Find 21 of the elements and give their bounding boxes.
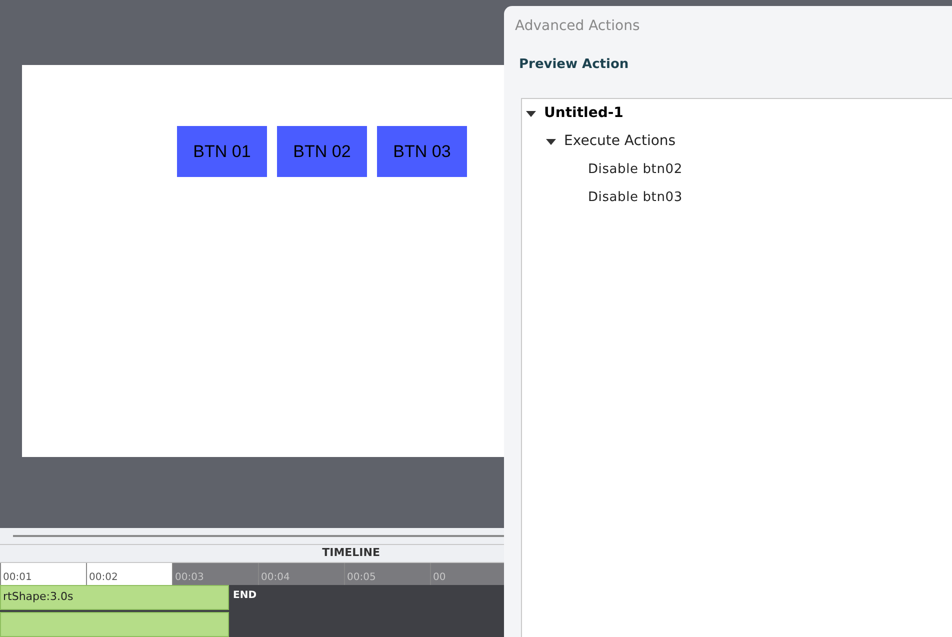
expanded-triangle-icon[interactable] bbox=[546, 138, 556, 146]
timeline-track-bar[interactable]: rtShape:3.0s bbox=[0, 585, 229, 610]
end-marker-label: END bbox=[233, 589, 257, 603]
stage-button[interactable]: BTN 03 bbox=[377, 126, 467, 177]
stage-button[interactable]: BTN 01 bbox=[177, 126, 267, 177]
tree-item[interactable]: Execute Actions bbox=[564, 131, 676, 152]
tree-item[interactable]: Disable btn03 bbox=[588, 188, 682, 208]
time-tick-label: 00:04 bbox=[261, 572, 290, 583]
tree-item[interactable]: Disable btn02 bbox=[588, 160, 682, 180]
section-heading: Preview Action bbox=[519, 56, 629, 74]
dialog-title: Advanced Actions bbox=[515, 17, 640, 36]
expanded-triangle-icon[interactable] bbox=[526, 110, 536, 118]
time-tick-label: 00 bbox=[433, 572, 446, 583]
stage-button[interactable]: BTN 02 bbox=[277, 126, 367, 177]
time-tick-label: 00:03 bbox=[175, 572, 204, 583]
timeline-track-bar[interactable] bbox=[0, 612, 229, 637]
time-tick-label: 00:02 bbox=[89, 572, 118, 583]
timeline-title: TIMELINE bbox=[322, 545, 380, 562]
tree-item[interactable]: Untitled-1 bbox=[544, 103, 624, 124]
time-tick-label: 00:01 bbox=[3, 572, 32, 583]
time-tick-label: 00:05 bbox=[347, 572, 376, 583]
